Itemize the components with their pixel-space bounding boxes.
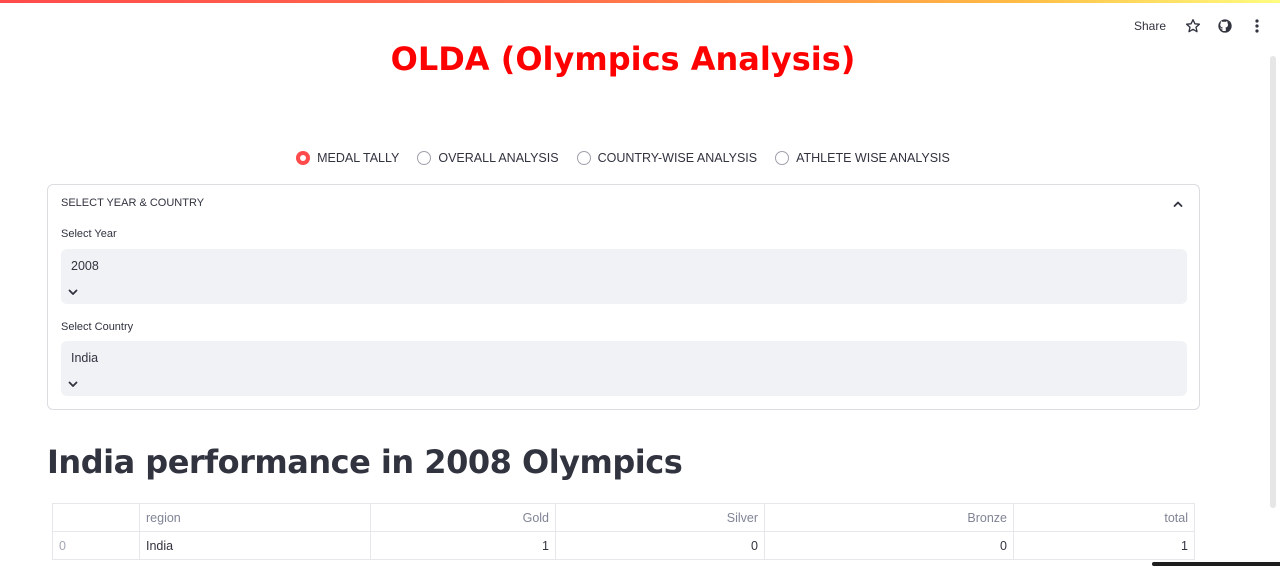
chevron-down-icon[interactable] (67, 377, 79, 389)
column-header-gold[interactable]: Gold (370, 503, 556, 532)
radio-athlete-wise-analysis[interactable]: ATHLETE WISE ANALYSIS (775, 151, 950, 165)
chevron-down-icon[interactable] (67, 285, 79, 297)
radio-overall-analysis[interactable]: OVERALL ANALYSIS (417, 151, 559, 165)
radio-label: MEDAL TALLY (317, 151, 400, 165)
radio-label: OVERALL ANALYSIS (438, 151, 559, 165)
radio-unselected-icon[interactable] (576, 151, 591, 165)
chevron-up-icon[interactable] (1171, 197, 1185, 211)
year-select-label: Select Year (61, 228, 117, 240)
radio-label: ATHLETE WISE ANALYSIS (796, 151, 950, 165)
radio-label: COUNTRY-WISE ANALYSIS (597, 151, 758, 165)
column-header-silver[interactable]: Silver (555, 503, 765, 532)
radio-unselected-icon[interactable] (775, 151, 790, 165)
year-select-value: 2008 (71, 259, 99, 273)
radio-unselected-icon[interactable] (417, 151, 432, 165)
expander-title[interactable]: SELECT YEAR & COUNTRY (61, 197, 204, 209)
year-country-expander: SELECT YEAR & COUNTRY Select Year 2008 S… (47, 184, 1200, 410)
performance-heading: India performance in 2008 Olympics (47, 443, 683, 481)
column-header-bronze[interactable]: Bronze (764, 503, 1014, 532)
column-header-index[interactable] (52, 503, 140, 532)
table-cell-total: 1 (1013, 531, 1195, 560)
column-header-region[interactable]: region (139, 503, 371, 532)
table-cell-index: 0 (52, 531, 140, 560)
country-select[interactable]: India (61, 341, 1187, 396)
share-button[interactable]: Share (1134, 19, 1166, 33)
radio-medal-tally[interactable]: MEDAL TALLY (296, 151, 399, 165)
github-icon[interactable] (1216, 17, 1234, 35)
page-title: OLDA (Olympics Analysis) (390, 40, 856, 78)
top-decoration-bar (0, 0, 1280, 3)
medal-table: region Gold Silver Bronze total 0 India … (52, 503, 1195, 560)
analysis-radio-group: MEDAL TALLY OVERALL ANALYSIS COUNTRY-WIS… (0, 151, 1246, 165)
bottom-corner-bar (1152, 562, 1280, 566)
page-scrollbar[interactable] (1270, 56, 1276, 508)
app-toolbar: Share (1134, 17, 1266, 35)
table-header-row: region Gold Silver Bronze total (52, 503, 1195, 532)
table-cell-bronze: 0 (764, 531, 1014, 560)
kebab-menu-icon[interactable] (1248, 17, 1266, 35)
radio-country-wise-analysis[interactable]: COUNTRY-WISE ANALYSIS (576, 151, 758, 165)
table-row: 0 India 1 0 0 1 (52, 531, 1195, 560)
star-icon[interactable] (1184, 17, 1202, 35)
country-select-value: India (71, 351, 99, 365)
radio-selected-icon[interactable] (296, 151, 311, 165)
country-select-label: Select Country (61, 321, 134, 333)
column-header-total[interactable]: total (1013, 503, 1195, 532)
table-cell-gold: 1 (370, 531, 556, 560)
table-cell-silver: 0 (555, 531, 765, 560)
table-cell-region: India (139, 531, 371, 560)
year-select[interactable]: 2008 (61, 249, 1187, 304)
